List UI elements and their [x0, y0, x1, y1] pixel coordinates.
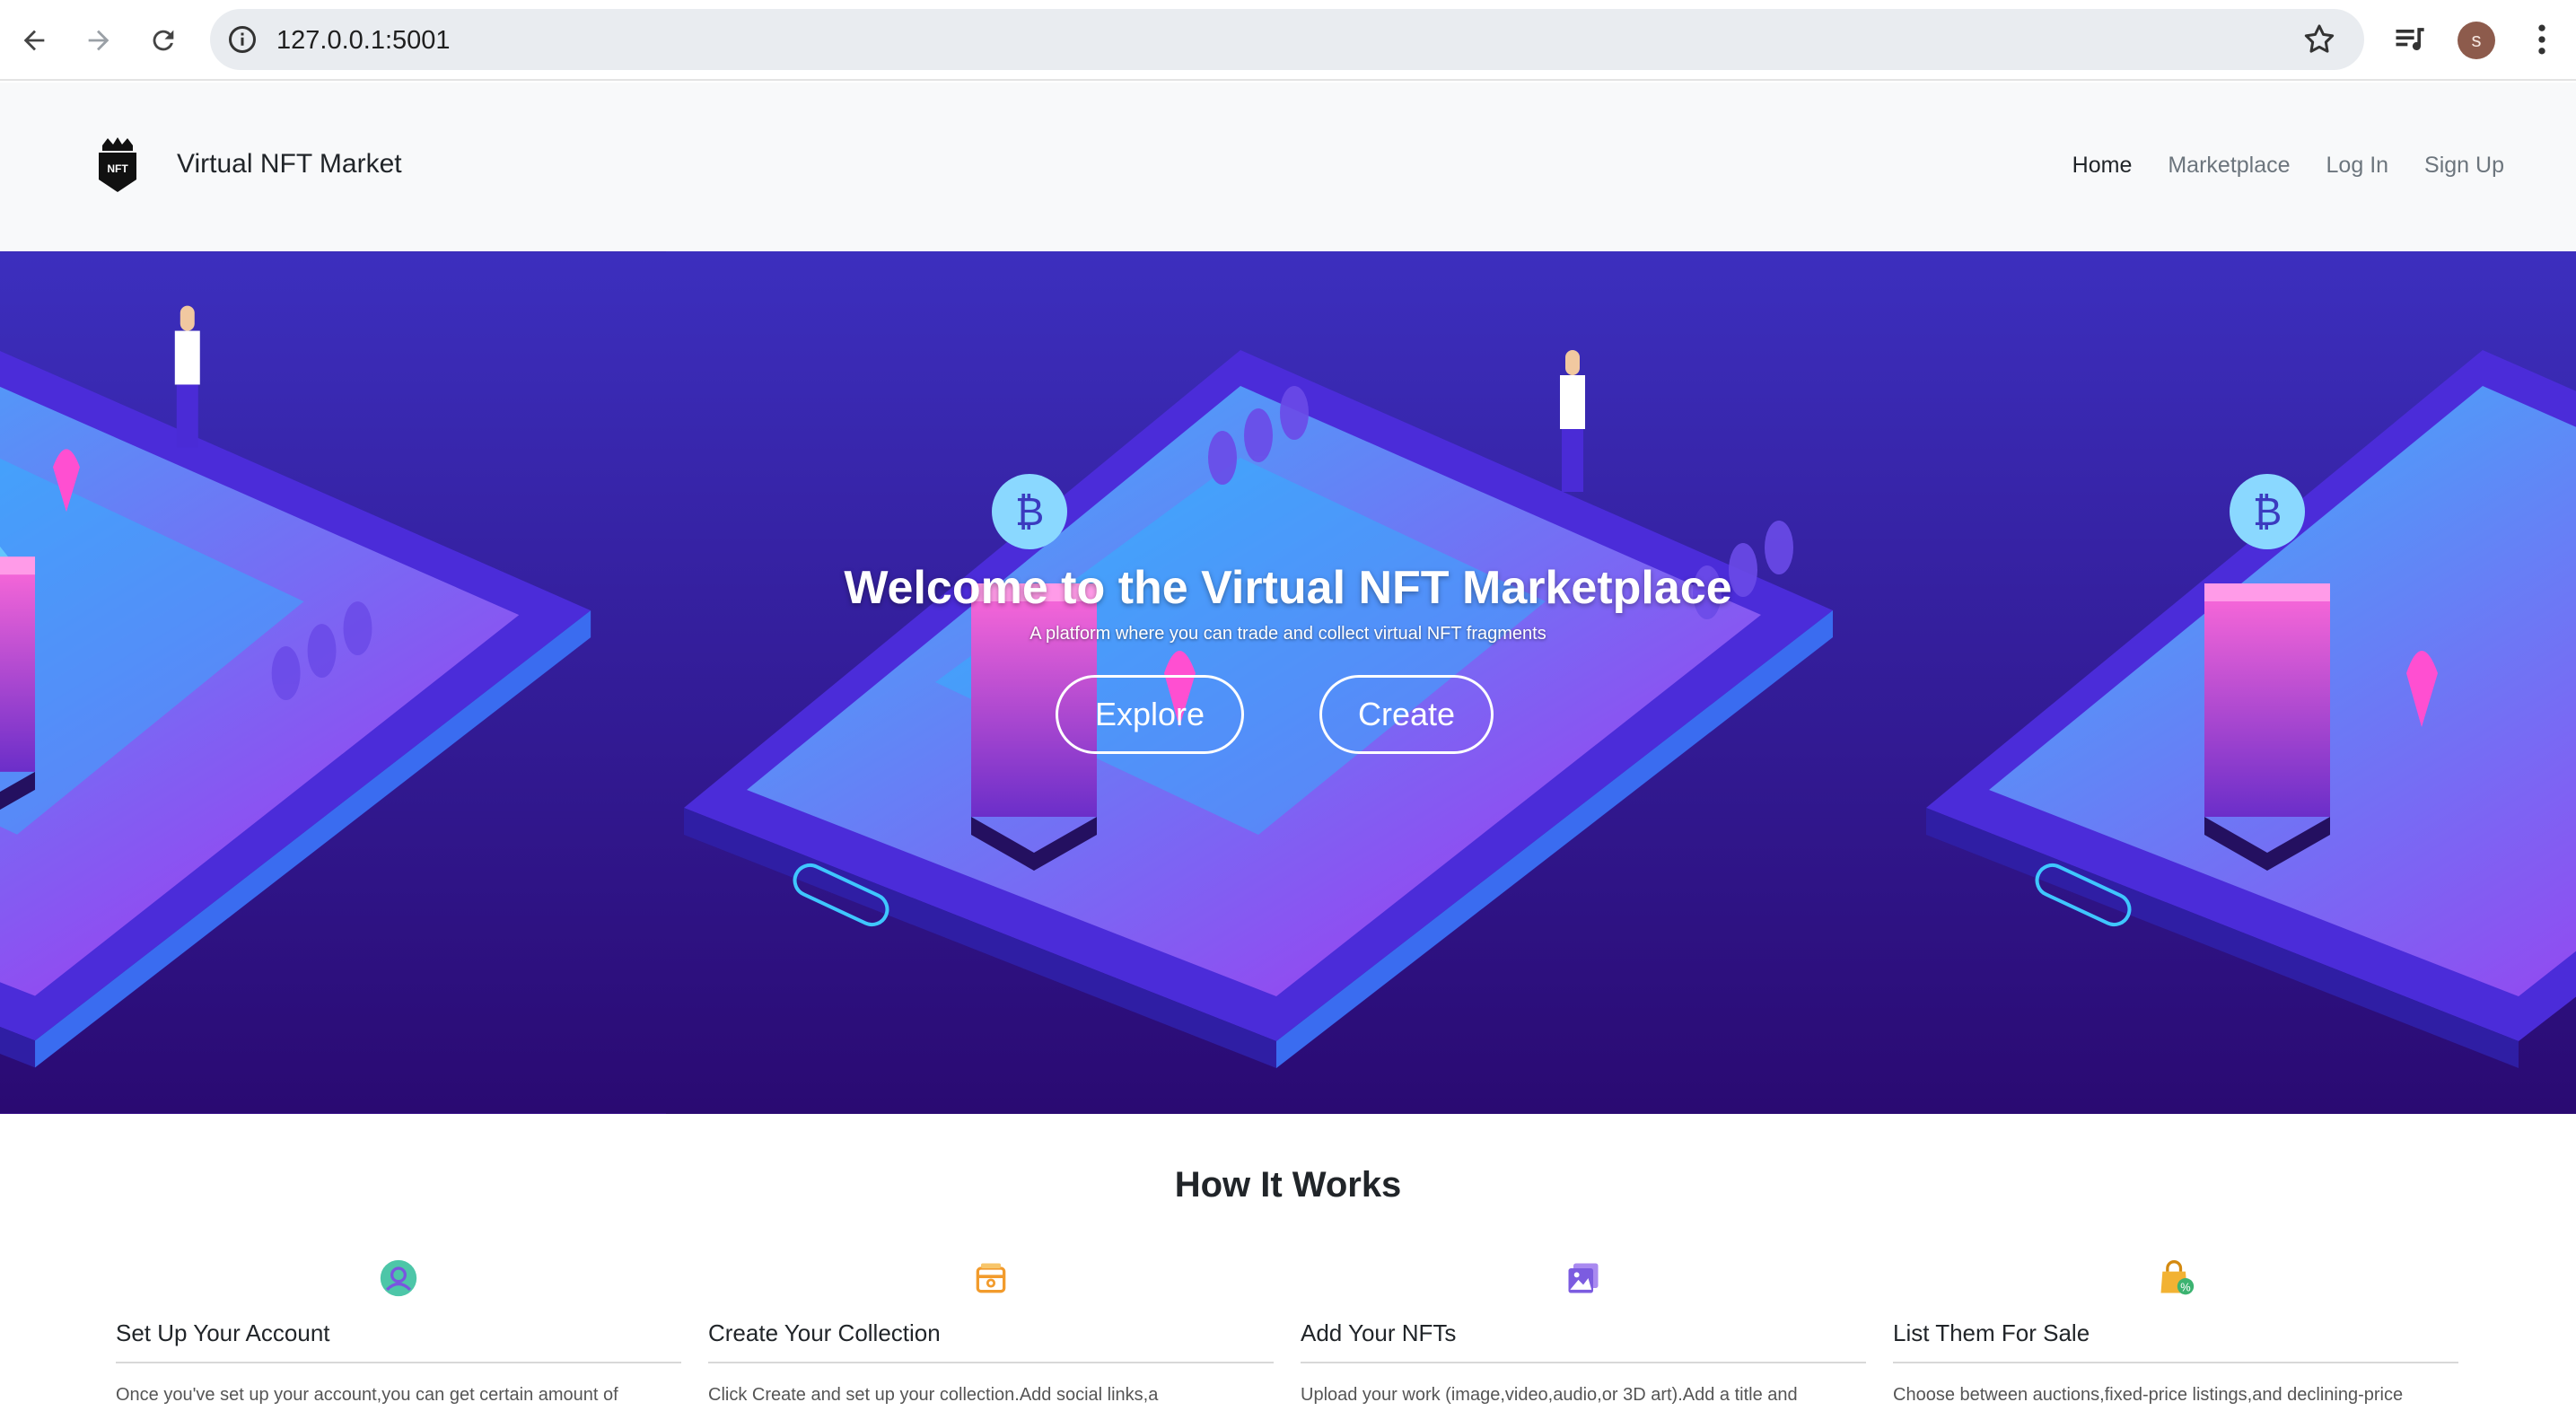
step-title: Set Up Your Account: [116, 1319, 330, 1346]
step-card-account: Set Up Your Account Once you've set up y…: [116, 1258, 681, 1406]
hero-banner: ₿ ₿ Welcome to the Virtual NFT Marketpla…: [0, 251, 2576, 1114]
site-header: NFT Virtual NFT Market Home Marketplace …: [0, 83, 2576, 251]
step-description: Click Create and set up your collection.…: [708, 1385, 1159, 1405]
wallet-collection-icon: [976, 1263, 1006, 1293]
brand-name[interactable]: Virtual NFT Market: [177, 149, 402, 180]
forward-arrow-icon: [88, 30, 110, 51]
nav-sign-up[interactable]: Sign Up: [2424, 153, 2504, 179]
step-title: Add Your NFTs: [1301, 1319, 1457, 1346]
divider: [1301, 1362, 1866, 1363]
nav-marketplace[interactable]: Marketplace: [2168, 153, 2290, 179]
create-button[interactable]: Create: [1319, 675, 1494, 754]
nav-log-in[interactable]: Log In: [2326, 153, 2389, 179]
step-card-nfts: Add Your NFTs Upload your work (image,vi…: [1301, 1258, 1866, 1406]
reload-button[interactable]: [138, 15, 188, 66]
profile-avatar[interactable]: s: [2458, 22, 2495, 59]
nft-logo-icon[interactable]: NFT: [95, 136, 140, 194]
step-description: Upload your work (image,video,audio,or 3…: [1301, 1385, 1798, 1405]
explore-button[interactable]: Explore: [1056, 675, 1244, 754]
image-gallery-icon: [1568, 1263, 1599, 1293]
media-controls-icon[interactable]: [2391, 20, 2431, 59]
url-text[interactable]: 127.0.0.1:5001: [276, 26, 451, 56]
nav-home[interactable]: Home: [2072, 153, 2133, 179]
hero-content: Welcome to the Virtual NFT Marketplace A…: [0, 251, 2576, 1114]
svg-text:%: %: [2180, 1281, 2190, 1294]
divider: [1893, 1362, 2458, 1363]
site-info-icon[interactable]: [226, 23, 258, 56]
divider: [708, 1362, 1274, 1363]
main-nav: Home Marketplace Log In Sign Up: [2037, 153, 2504, 179]
shopping-bag-icon: %: [2160, 1260, 2195, 1295]
step-title: List Them For Sale: [1893, 1319, 2090, 1346]
step-title: Create Your Collection: [708, 1319, 941, 1346]
bookmark-star-icon[interactable]: [2301, 22, 2337, 57]
how-it-works-title: How It Works: [1174, 1165, 1402, 1205]
step-description: Choose between auctions,fixed-price list…: [1893, 1385, 2404, 1405]
kebab-menu-icon[interactable]: [2522, 20, 2562, 59]
divider: [116, 1362, 681, 1363]
back-arrow-icon: [23, 30, 45, 51]
step-description: Once you've set up your account,you can …: [116, 1385, 618, 1405]
step-card-collection: Create Your Collection Click Create and …: [708, 1258, 1274, 1406]
hero-subtitle: A platform where you can trade and colle…: [1030, 624, 1546, 644]
browser-toolbar: 127.0.0.1:5001 s: [0, 0, 2576, 81]
step-card-sale: % List Them For Sale Choose between auct…: [1893, 1258, 2458, 1406]
svg-text:NFT: NFT: [107, 162, 128, 175]
hero-actions: Explore Create: [1056, 675, 1494, 754]
user-profile-icon: [380, 1259, 417, 1297]
forward-button[interactable]: [74, 15, 124, 66]
back-button[interactable]: [9, 15, 59, 66]
reload-icon: [153, 30, 174, 51]
address-bar[interactable]: 127.0.0.1:5001: [210, 9, 2364, 70]
hero-title: Welcome to the Virtual NFT Marketplace: [844, 562, 1732, 614]
